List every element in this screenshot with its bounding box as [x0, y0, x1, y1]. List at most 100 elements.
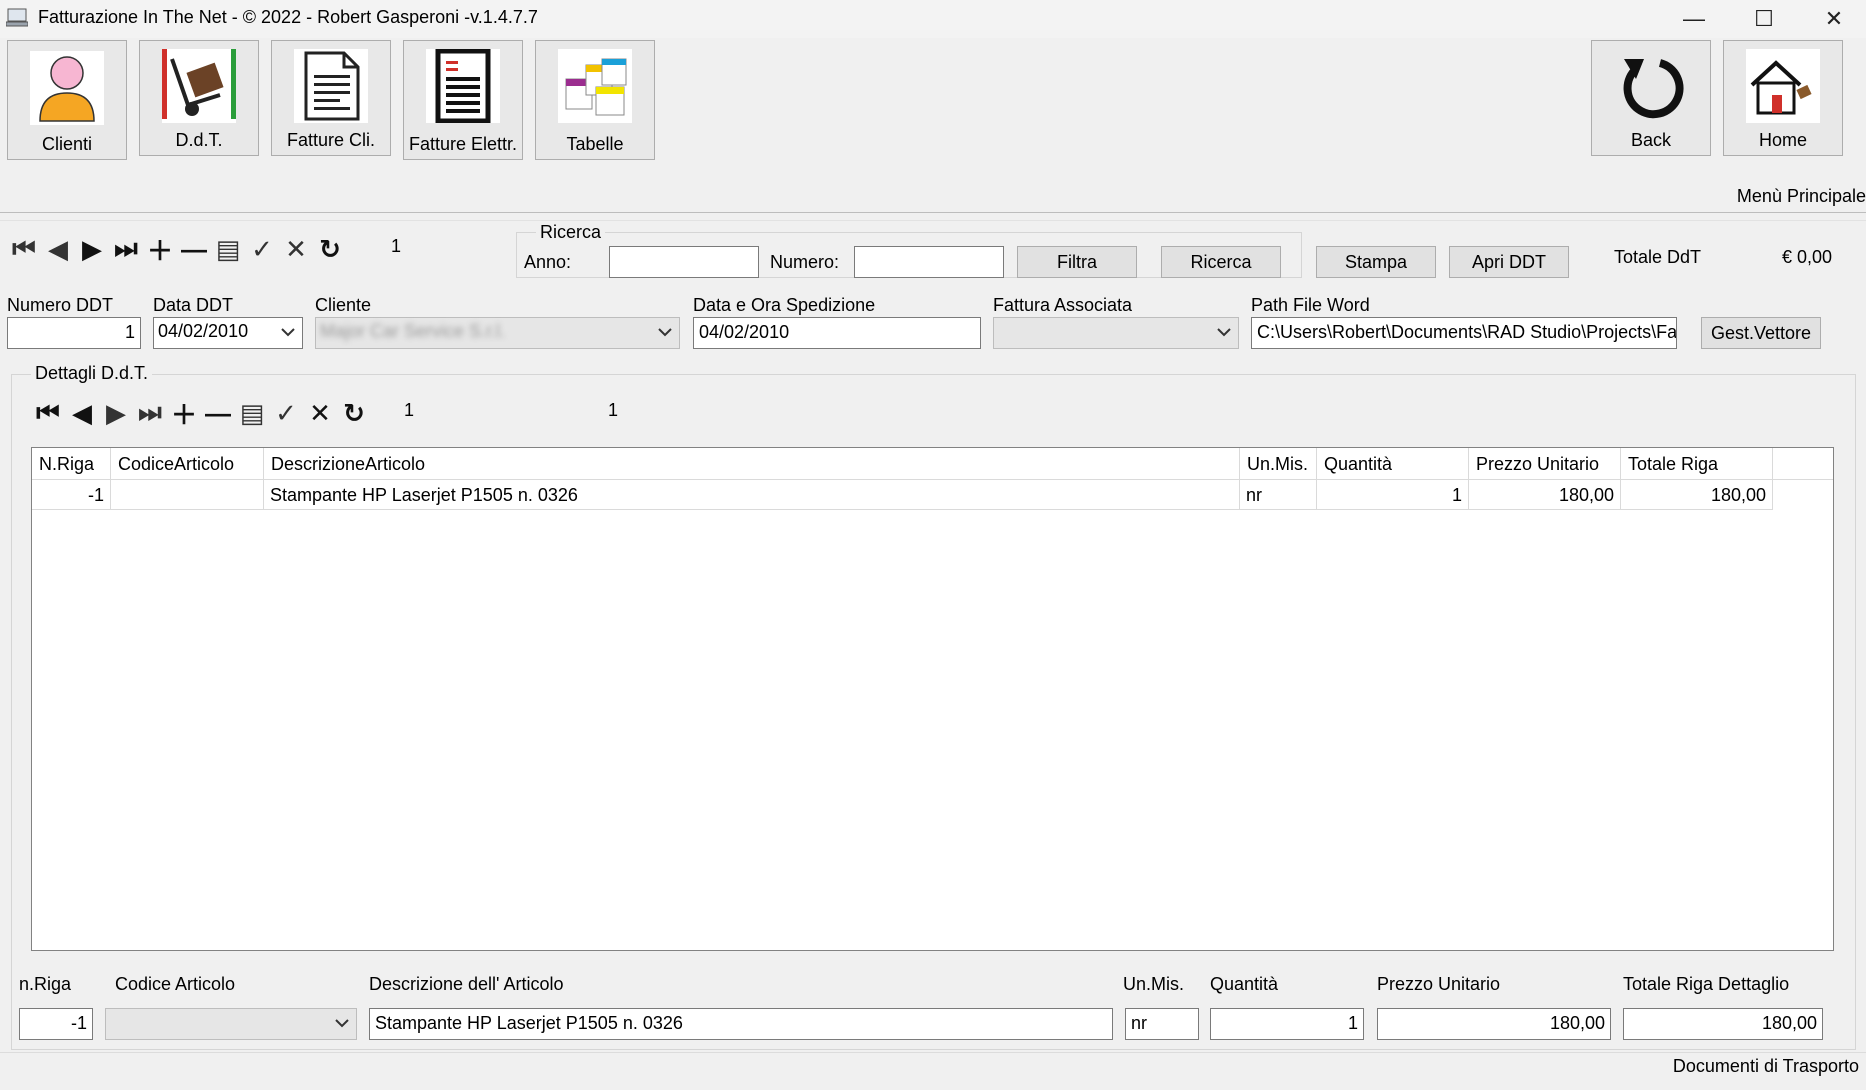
- cliente-select[interactable]: Major Car Service S.r.l.: [315, 317, 680, 349]
- fattura-associata-label: Fattura Associata: [993, 295, 1133, 315]
- chevron-down-icon: [658, 328, 672, 337]
- table-cell[interactable]: 180,00: [1621, 480, 1773, 510]
- invoice-document-icon: [426, 49, 500, 123]
- numero-input[interactable]: [854, 246, 1004, 278]
- numero-ddt-input[interactable]: 1: [7, 317, 141, 349]
- column-header[interactable]: Prezzo Unitario: [1469, 448, 1621, 480]
- chevron-down-icon: [1217, 328, 1231, 337]
- first-record-icon[interactable]: ⏮: [7, 232, 41, 266]
- menu-principale-label: Menù Principale: [1736, 186, 1866, 206]
- last-record-icon[interactable]: ⏭: [133, 396, 167, 430]
- tables-icon: [558, 49, 632, 123]
- codice-articolo-select[interactable]: [105, 1008, 357, 1040]
- ricerca-button[interactable]: Ricerca: [1161, 246, 1281, 278]
- hand-truck-icon: [162, 49, 236, 123]
- back-label: Back: [1630, 130, 1672, 150]
- descrizione-articolo-input[interactable]: Stampante HP Laserjet P1505 n. 0326: [369, 1008, 1113, 1040]
- maximize-button[interactable]: ☐: [1730, 0, 1798, 38]
- first-record-icon[interactable]: ⏮: [31, 396, 65, 430]
- clienti-label: Clienti: [41, 134, 93, 154]
- table-cell[interactable]: [111, 480, 264, 510]
- column-header[interactable]: DescrizioneArticolo: [264, 448, 1240, 480]
- anno-label: Anno:: [524, 252, 572, 272]
- back-button[interactable]: Back: [1591, 40, 1711, 156]
- insert-record-icon[interactable]: ＋: [143, 232, 177, 266]
- gest-vettore-button[interactable]: Gest.Vettore: [1701, 317, 1821, 349]
- ddt-navigator: ⏮ ◀ ▶ ⏭ ＋ — ▤ ✓ ✕ ↻: [7, 232, 347, 266]
- tabelle-label: Tabelle: [566, 134, 624, 154]
- descrizione-articolo-label: Descrizione dell' Articolo: [369, 974, 564, 994]
- data-spedizione-input[interactable]: 04/02/2010: [693, 317, 981, 349]
- edit-record-icon[interactable]: ▤: [235, 396, 269, 430]
- data-ddt-value: 04/02/2010: [158, 321, 249, 341]
- table-cell[interactable]: -1: [32, 480, 111, 510]
- divider: [0, 220, 1866, 221]
- refresh-icon[interactable]: ↻: [337, 396, 371, 430]
- record-position: 1: [391, 236, 402, 256]
- status-divider: [0, 1052, 1866, 1053]
- cancel-edit-icon[interactable]: ✕: [279, 232, 313, 266]
- refresh-icon[interactable]: ↻: [313, 232, 347, 266]
- column-header[interactable]: N.Riga: [32, 448, 111, 480]
- edit-record-icon[interactable]: ▤: [211, 232, 245, 266]
- stampa-button[interactable]: Stampa: [1316, 246, 1436, 278]
- quantita-input[interactable]: 1: [1210, 1008, 1364, 1040]
- table-cell[interactable]: 1: [1317, 480, 1469, 510]
- totale-riga-input[interactable]: 180,00: [1623, 1008, 1823, 1040]
- cancel-edit-icon[interactable]: ✕: [303, 396, 337, 430]
- apri-ddt-button[interactable]: Apri DDT: [1449, 246, 1569, 278]
- delete-record-icon[interactable]: —: [201, 396, 235, 430]
- post-record-icon[interactable]: ✓: [269, 396, 303, 430]
- insert-record-icon[interactable]: ＋: [167, 396, 201, 430]
- fatture-cli-button[interactable]: Fatture Cli.: [271, 40, 391, 156]
- tabelle-button[interactable]: Tabelle: [535, 40, 655, 160]
- person-icon: [30, 51, 104, 125]
- prior-record-icon[interactable]: ◀: [41, 232, 75, 266]
- back-arrow-icon: [1614, 49, 1688, 123]
- details-grid[interactable]: N.Riga CodiceArticolo DescrizioneArticol…: [31, 447, 1834, 951]
- column-header[interactable]: Totale Riga: [1621, 448, 1773, 480]
- details-record-position: 1: [404, 400, 415, 420]
- table-cell[interactable]: Stampante HP Laserjet P1505 n. 0326: [264, 480, 1240, 510]
- unmis-label: Un.Mis.: [1123, 974, 1185, 994]
- window-title: Fatturazione In The Net - © 2022 - Rober…: [38, 7, 538, 27]
- post-record-icon[interactable]: ✓: [245, 232, 279, 266]
- table-cell[interactable]: 180,00: [1469, 480, 1621, 510]
- path-file-word-input[interactable]: C:\Users\Robert\Documents\RAD Studio\Pro…: [1251, 317, 1677, 349]
- details-navigator: ⏮ ◀ ▶ ⏭ ＋ — ▤ ✓ ✕ ↻: [31, 396, 371, 430]
- divider: [0, 212, 1866, 213]
- fatture-elettr-button[interactable]: Fatture Elettr.: [403, 40, 523, 160]
- prezzo-unitario-input[interactable]: 180,00: [1377, 1008, 1611, 1040]
- home-icon: [1746, 49, 1820, 123]
- dettagli-group-title: Dettagli D.d.T.: [31, 363, 153, 384]
- column-header[interactable]: CodiceArticolo: [111, 448, 264, 480]
- next-record-icon[interactable]: ▶: [99, 396, 133, 430]
- column-header[interactable]: Un.Mis.: [1240, 448, 1317, 480]
- home-button[interactable]: Home: [1723, 40, 1843, 156]
- numero-ddt-label: Numero DDT: [7, 295, 114, 315]
- minimize-button[interactable]: —: [1660, 0, 1728, 38]
- column-header-filler: [1773, 448, 1833, 480]
- fattura-associata-select[interactable]: [993, 317, 1239, 349]
- fatture-elettr-label: Fatture Elettr.: [408, 134, 518, 154]
- last-record-icon[interactable]: ⏭: [109, 232, 143, 266]
- close-button[interactable]: ✕: [1800, 0, 1866, 38]
- ricerca-group-title: Ricerca: [536, 222, 606, 243]
- title-bar: Fatturazione In The Net - © 2022 - Rober…: [0, 0, 1866, 38]
- anno-input[interactable]: [609, 246, 759, 278]
- nriga-input[interactable]: -1: [19, 1008, 93, 1040]
- ddt-button[interactable]: D.d.T.: [139, 40, 259, 156]
- column-header[interactable]: Quantità: [1317, 448, 1469, 480]
- table-cell[interactable]: nr: [1240, 480, 1317, 510]
- prior-record-icon[interactable]: ◀: [65, 396, 99, 430]
- unmis-input[interactable]: nr: [1125, 1008, 1199, 1040]
- filtra-button[interactable]: Filtra: [1017, 246, 1137, 278]
- quantita-label: Quantità: [1210, 974, 1279, 994]
- path-file-word-label: Path File Word: [1251, 295, 1370, 315]
- clienti-button[interactable]: Clienti: [7, 40, 127, 160]
- delete-record-icon[interactable]: —: [177, 232, 211, 266]
- prezzo-unitario-label: Prezzo Unitario: [1377, 974, 1501, 994]
- status-text: Documenti di Trasporto: [1672, 1056, 1859, 1076]
- next-record-icon[interactable]: ▶: [75, 232, 109, 266]
- data-ddt-picker[interactable]: 04/02/2010: [153, 317, 303, 349]
